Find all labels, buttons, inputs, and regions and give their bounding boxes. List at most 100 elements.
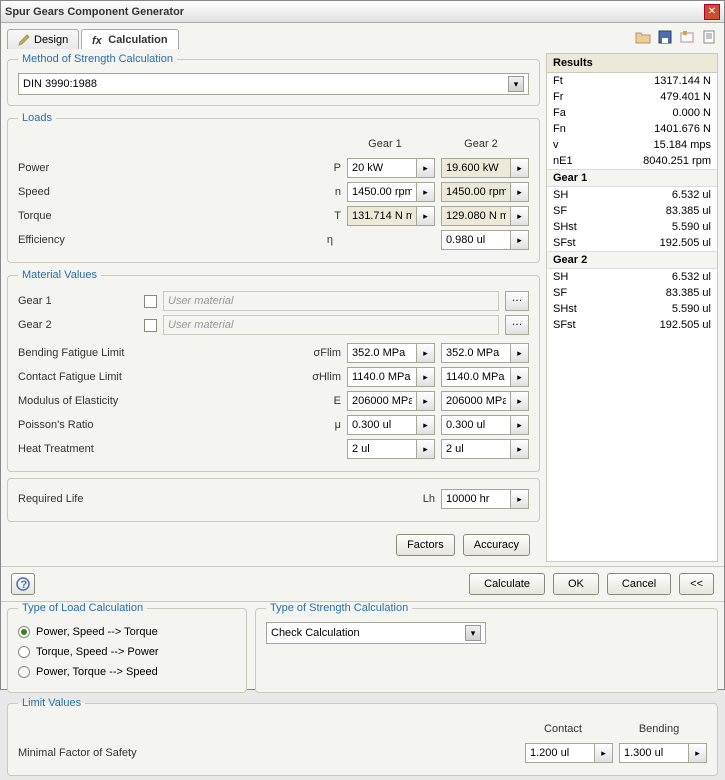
pois-label: Poisson's Ratio <box>18 419 299 431</box>
speed-g2-spin[interactable]: ▸ <box>511 182 529 202</box>
life-spin[interactable]: ▸ <box>511 489 529 509</box>
elas-g2[interactable] <box>441 391 511 411</box>
cancel-button[interactable]: Cancel <box>607 573 671 595</box>
mat-g1-user: User material <box>163 291 499 311</box>
bend-g2[interactable] <box>441 343 511 363</box>
calculate-button[interactable]: Calculate <box>469 573 545 595</box>
torque-g1-input[interactable] <box>347 206 417 226</box>
heat-g1-spin[interactable]: ▸ <box>417 439 435 459</box>
pois-g1[interactable] <box>347 415 417 435</box>
accuracy-button[interactable]: Accuracy <box>463 534 530 556</box>
cont-g2[interactable] <box>441 367 511 387</box>
pois-g2[interactable] <box>441 415 511 435</box>
tab-calculation[interactable]: fx Calculation <box>81 29 178 49</box>
window-title: Spur Gears Component Generator <box>5 6 704 18</box>
result-key: Fa <box>553 107 672 119</box>
heat-g2[interactable] <box>441 439 511 459</box>
mat-g1-browse[interactable]: … <box>505 291 529 311</box>
eff-spin[interactable]: ▸ <box>511 230 529 250</box>
cont-sym: σHlim <box>305 371 341 383</box>
mfs-c-spin[interactable]: ▸ <box>595 743 613 763</box>
material-group: Material Values Gear 1 User material … G… <box>7 269 540 472</box>
cont-g1[interactable] <box>347 367 417 387</box>
pois-g2-spin[interactable]: ▸ <box>511 415 529 435</box>
speed-g1-input[interactable] <box>347 182 417 202</box>
save-icon[interactable] <box>656 28 674 46</box>
result-key: SH <box>553 271 672 283</box>
factors-button[interactable]: Factors <box>396 534 455 556</box>
elas-g1[interactable] <box>347 391 417 411</box>
elas-g1-spin[interactable]: ▸ <box>417 391 435 411</box>
loadcalc-opt3: Power, Torque --> Speed <box>36 666 158 678</box>
torque-g1-spin[interactable]: ▸ <box>417 206 435 226</box>
report-icon[interactable] <box>700 28 718 46</box>
result-row: Fa0.000 N <box>547 105 717 121</box>
tab-bar: Design fx Calculation <box>1 23 724 49</box>
result-value: 1401.676 N <box>654 123 711 135</box>
svg-text:fx: fx <box>92 35 103 46</box>
result-key: Fn <box>553 123 654 135</box>
life-input[interactable] <box>441 489 511 509</box>
power-g1-input[interactable] <box>347 158 417 178</box>
strcalc-legend: Type of Strength Calculation <box>266 602 412 614</box>
bend-g1[interactable] <box>347 343 417 363</box>
mfs-label: Minimal Factor of Safety <box>18 747 519 759</box>
speed-g1-spin[interactable]: ▸ <box>417 182 435 202</box>
result-row: Fr479.401 N <box>547 89 717 105</box>
help-button[interactable]: ? <box>11 573 35 595</box>
eff-input[interactable] <box>441 230 511 250</box>
torque-g2-spin[interactable]: ▸ <box>511 206 529 226</box>
bend-g2-spin[interactable]: ▸ <box>511 343 529 363</box>
result-row: SHst5.590 ul <box>547 301 717 317</box>
result-row: v15.184 mps <box>547 137 717 153</box>
loads-group: Loads Gear 1Gear 2 Power P ▸ ▸ Speed n ▸… <box>7 112 540 263</box>
open-icon[interactable] <box>634 28 652 46</box>
cont-g2-spin[interactable]: ▸ <box>511 367 529 387</box>
speed-sym: n <box>313 186 341 198</box>
method-legend: Method of Strength Calculation <box>18 53 177 65</box>
pois-g1-spin[interactable]: ▸ <box>417 415 435 435</box>
mat-g2-label: Gear 2 <box>18 319 138 331</box>
elas-g2-spin[interactable]: ▸ <box>511 391 529 411</box>
power-g2-spin[interactable]: ▸ <box>511 158 529 178</box>
mfs-bending[interactable] <box>619 743 689 763</box>
ok-button[interactable]: OK <box>553 573 599 595</box>
eff-label: Efficiency <box>18 234 299 246</box>
result-key: SF <box>553 287 666 299</box>
power-g2-input[interactable] <box>441 158 511 178</box>
collapse-button[interactable]: << <box>679 573 714 595</box>
mfs-contact[interactable] <box>525 743 595 763</box>
loads-legend: Loads <box>18 112 56 124</box>
bend-g1-spin[interactable]: ▸ <box>417 343 435 363</box>
cont-g1-spin[interactable]: ▸ <box>417 367 435 387</box>
result-value: 5.590 ul <box>672 303 711 315</box>
loadcalc-opt3-radio[interactable] <box>18 666 30 678</box>
chevron-down-icon: ▾ <box>508 76 524 92</box>
method-value: DIN 3990:1988 <box>23 78 97 90</box>
app-window: Spur Gears Component Generator ✕ Design … <box>0 0 725 690</box>
cont-label: Contact Fatigue Limit <box>18 371 299 383</box>
heat-g1[interactable] <box>347 439 417 459</box>
torque-g2-input[interactable] <box>441 206 511 226</box>
tab-design[interactable]: Design <box>7 29 79 49</box>
result-key: Fr <box>553 91 660 103</box>
result-row: SFst192.505 ul <box>547 235 717 251</box>
mat-g2-user-checkbox[interactable] <box>144 319 157 332</box>
mat-g2-browse[interactable]: … <box>505 315 529 335</box>
loadcalc-opt1-radio[interactable] <box>18 626 30 638</box>
loadcalc-opt2-radio[interactable] <box>18 646 30 658</box>
result-row: nE18040.251 rpm <box>547 153 717 169</box>
power-g1-spin[interactable]: ▸ <box>417 158 435 178</box>
elas-label: Modulus of Elasticity <box>18 395 299 407</box>
mfs-b-spin[interactable]: ▸ <box>689 743 707 763</box>
result-row: Ft1317.144 N <box>547 73 717 89</box>
heat-g2-spin[interactable]: ▸ <box>511 439 529 459</box>
mat-g1-user-checkbox[interactable] <box>144 295 157 308</box>
strcalc-combo[interactable]: Check Calculation ▾ <box>266 622 486 644</box>
options-icon[interactable] <box>678 28 696 46</box>
close-icon[interactable]: ✕ <box>704 4 720 20</box>
fx-icon: fx <box>92 34 104 46</box>
result-value: 6.532 ul <box>672 271 711 283</box>
method-combo[interactable]: DIN 3990:1988 ▾ <box>18 73 529 95</box>
speed-g2-input[interactable] <box>441 182 511 202</box>
